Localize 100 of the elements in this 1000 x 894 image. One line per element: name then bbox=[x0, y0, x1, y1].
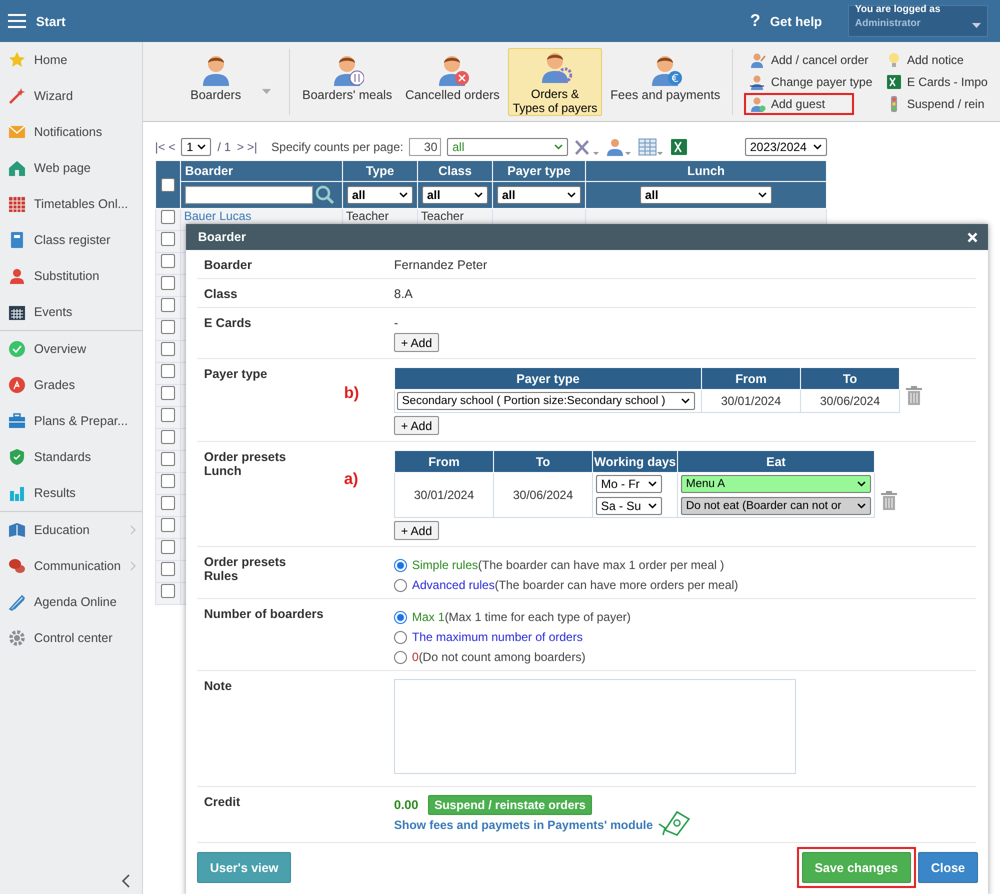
select-all-checkbox[interactable] bbox=[161, 178, 175, 192]
sidebar-item[interactable]: Wizard bbox=[0, 78, 142, 114]
toolbar-action[interactable]: Suspend / rein bbox=[880, 92, 1000, 114]
radio-button[interactable] bbox=[394, 558, 407, 572]
sidebar-item[interactable]: Overview bbox=[0, 331, 142, 367]
add-button[interactable]: + Add bbox=[394, 333, 440, 352]
option-label[interactable]: 0(Do not count among boarders) bbox=[412, 650, 586, 664]
toolbar-action[interactable]: Add notice bbox=[880, 48, 1000, 70]
pager-next-last[interactable]: > >| bbox=[236, 140, 258, 154]
help-button[interactable]: ? Get help bbox=[744, 10, 828, 32]
sidebar-item[interactable]: Notifications bbox=[0, 114, 142, 150]
row-checkbox[interactable] bbox=[161, 298, 175, 312]
row-checkbox[interactable] bbox=[161, 210, 175, 224]
sidebar-item[interactable]: Results bbox=[0, 475, 142, 511]
working-days-select[interactable]: Sa - Su bbox=[596, 497, 662, 515]
row-checkbox[interactable] bbox=[161, 232, 175, 246]
book-icon bbox=[8, 521, 26, 539]
row-checkbox[interactable] bbox=[161, 342, 175, 356]
column-header[interactable]: Lunch bbox=[586, 160, 826, 182]
sidebar-item[interactable]: Education bbox=[0, 512, 142, 548]
search-icon[interactable] bbox=[315, 185, 335, 205]
row-checkbox[interactable] bbox=[161, 518, 175, 532]
row-checkbox[interactable] bbox=[161, 364, 175, 378]
close-icon[interactable] bbox=[967, 232, 978, 242]
radio-button[interactable] bbox=[394, 630, 407, 644]
toolbar-action[interactable]: Change payer type bbox=[744, 70, 880, 92]
trash-icon[interactable] bbox=[906, 386, 922, 405]
search-field[interactable] bbox=[185, 186, 313, 204]
excel-icon[interactable] bbox=[670, 138, 688, 156]
module-tab[interactable]: Orders & Types of payers bbox=[508, 48, 602, 116]
note-field[interactable] bbox=[394, 679, 796, 774]
meal-select[interactable]: Menu A bbox=[681, 475, 871, 493]
column-filter-select[interactable]: all bbox=[497, 186, 581, 204]
row-checkbox[interactable] bbox=[161, 254, 175, 268]
columns-icon[interactable] bbox=[638, 138, 664, 156]
module-tab[interactable]: Boarders' meals bbox=[297, 48, 398, 116]
option-label[interactable]: The maximum number of orders bbox=[412, 630, 583, 644]
column-header[interactable]: Type bbox=[342, 160, 418, 182]
trash-icon[interactable] bbox=[881, 491, 897, 510]
column-header[interactable]: Payer type bbox=[492, 160, 586, 182]
row-checkbox[interactable] bbox=[161, 584, 175, 598]
module-tab[interactable]: Fees and payments bbox=[605, 48, 726, 116]
row-checkbox[interactable] bbox=[161, 386, 175, 400]
toolbar-action[interactable]: E Cards - Impo bbox=[880, 70, 1000, 92]
sidebar-item[interactable]: Events bbox=[0, 294, 142, 330]
user-menu[interactable]: You are logged as Administrator bbox=[848, 5, 988, 37]
payments-link[interactable]: Show fees and paymets in Payments' module bbox=[394, 818, 653, 832]
sidebar-item[interactable]: Web page bbox=[0, 150, 142, 186]
option-label[interactable]: Simple rules(The boarder can have max 1 order per meal ) bbox=[412, 558, 724, 572]
toolbar-action[interactable]: Add / cancel order bbox=[744, 48, 880, 70]
row-checkbox[interactable] bbox=[161, 452, 175, 466]
column-filter-select[interactable]: all bbox=[422, 186, 488, 204]
module-tab[interactable]: Cancelled orders bbox=[400, 48, 505, 116]
column-header[interactable]: Class bbox=[418, 160, 492, 182]
dialog-title: Boarder bbox=[198, 230, 246, 244]
row-checkbox[interactable] bbox=[161, 276, 175, 290]
sidebar-item[interactable]: Timetables Onl... bbox=[0, 186, 142, 222]
row-checkbox[interactable] bbox=[161, 496, 175, 510]
date-from: 30/01/2024 bbox=[720, 394, 782, 408]
radio-button[interactable] bbox=[394, 610, 407, 624]
counts-field[interactable]: 30 bbox=[409, 138, 442, 156]
sidebar-item[interactable]: Substitution bbox=[0, 258, 142, 294]
radio-button[interactable] bbox=[394, 650, 407, 664]
row-checkbox[interactable] bbox=[161, 320, 175, 334]
payer-type-select[interactable]: Secondary school ( Portion size:Secondary school ) bbox=[397, 392, 695, 410]
page-select[interactable]: 1 bbox=[181, 138, 212, 156]
option-label[interactable]: Advanced rules(The boarder can have more orders per meal) bbox=[412, 578, 738, 592]
sidebar-item[interactable]: Plans & Prepar... bbox=[0, 403, 142, 439]
module-tab[interactable]: Boarders bbox=[149, 48, 282, 116]
pager-first-previous[interactable]: |< < bbox=[155, 140, 176, 154]
working-days-select[interactable]: Mo - Fr bbox=[596, 475, 662, 493]
sidebar-item[interactable]: Communication bbox=[0, 548, 142, 584]
sidebar-item[interactable]: Standards bbox=[0, 439, 142, 475]
row-checkbox[interactable] bbox=[161, 540, 175, 554]
filter-select[interactable]: all bbox=[447, 138, 568, 156]
add-button[interactable]: + Add bbox=[394, 416, 440, 435]
user-settings-icon[interactable] bbox=[606, 138, 632, 156]
column-filter-select[interactable]: all bbox=[347, 186, 413, 204]
year-select[interactable]: 2023/2024 bbox=[745, 138, 827, 156]
collapse-icon[interactable] bbox=[121, 874, 131, 888]
option-label[interactable]: Max 1(Max 1 time for each type of payer) bbox=[412, 610, 631, 624]
toolbar-action[interactable]: Add guest bbox=[744, 92, 854, 114]
sidebar-item[interactable]: Agenda Online bbox=[0, 584, 142, 620]
sidebar-item[interactable]: Home bbox=[0, 42, 142, 78]
add-button[interactable]: + Add bbox=[394, 521, 440, 540]
column-header: Payer type bbox=[394, 368, 702, 390]
radio-button[interactable] bbox=[394, 578, 407, 592]
tools-icon[interactable] bbox=[574, 138, 600, 156]
column-header[interactable]: Boarder bbox=[180, 160, 342, 182]
row-checkbox[interactable] bbox=[161, 430, 175, 444]
column-filter-select[interactable]: all bbox=[640, 186, 772, 204]
start-menu-button[interactable]: Start bbox=[0, 14, 66, 28]
sidebar-item[interactable]: Grades bbox=[0, 367, 142, 403]
close-button[interactable]: Close bbox=[918, 852, 978, 883]
row-checkbox[interactable] bbox=[161, 474, 175, 488]
row-checkbox[interactable] bbox=[161, 408, 175, 422]
meal-select[interactable]: Do not eat (Boarder can not or bbox=[681, 497, 871, 515]
sidebar-item[interactable]: Class register bbox=[0, 222, 142, 258]
sidebar-item[interactable]: Control center bbox=[0, 620, 142, 656]
row-checkbox[interactable] bbox=[161, 562, 175, 576]
